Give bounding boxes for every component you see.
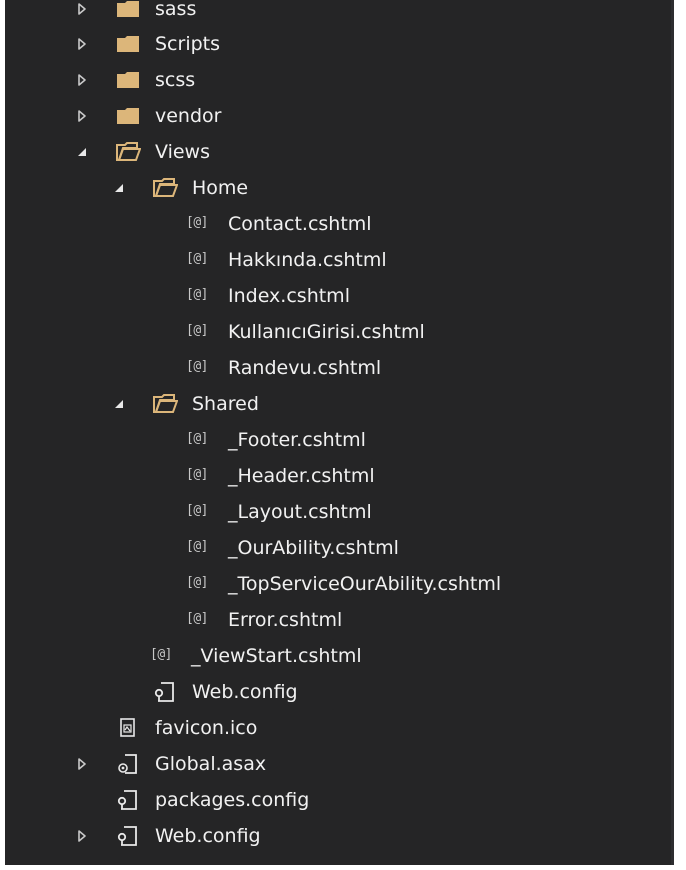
tree-node-packages-config-file[interactable]: packages.config [5, 782, 674, 818]
expand-arrow-icon[interactable] [75, 757, 89, 771]
tree-node-label: scss [155, 69, 196, 91]
panel-right-edge [671, 0, 674, 865]
solution-explorer-tree[interactable]: sass Scripts scss vendor Views Home [@] … [5, 0, 674, 865]
razor-file-icon: [@] [186, 323, 208, 338]
image-file-icon [115, 717, 141, 739]
tree-node-label: Scripts [155, 33, 221, 55]
tree-node-label: Randevu.cshtml [228, 357, 382, 379]
razor-file-icon: [@] [186, 215, 208, 230]
tree-node-contact-file[interactable]: [@] Contact.cshtml [5, 206, 674, 242]
tree-node-label: _ViewStart.cshtml [191, 645, 362, 667]
tree-node-views-web-config-file[interactable]: Web.config [5, 674, 674, 710]
tree-node-label: vendor [155, 105, 222, 127]
tree-node-root-web-config-file[interactable]: Web.config [5, 818, 674, 854]
expand-arrow-icon[interactable] [75, 829, 89, 843]
tree-node-label: Home [192, 177, 249, 199]
razor-file-icon: [@] [186, 359, 208, 374]
expand-arrow-icon[interactable] [75, 2, 89, 16]
tree-node-label: _OurAbility.cshtml [228, 537, 399, 559]
tree-node-label: sass [155, 0, 197, 20]
razor-file-icon: [@] [186, 431, 208, 446]
tree-node-label: favicon.ico [155, 717, 258, 739]
tree-node-views-folder[interactable]: Views [5, 134, 674, 170]
config-file-icon [115, 789, 141, 811]
collapse-arrow-icon[interactable] [112, 181, 126, 195]
tree-node-layout-file[interactable]: [@] _Layout.cshtml [5, 494, 674, 530]
expand-arrow-icon[interactable] [75, 109, 89, 123]
tree-node-footer-file[interactable]: [@] _Footer.cshtml [5, 422, 674, 458]
tree-node-label: Contact.cshtml [228, 213, 372, 235]
tree-node-label: _TopServiceOurAbility.cshtml [228, 573, 502, 595]
folder-open-icon [152, 177, 178, 199]
tree-node-label: Web.config [192, 681, 298, 703]
tree-node-label: Web.config [155, 825, 261, 847]
tree-node-label: Error.cshtml [228, 609, 343, 631]
tree-node-kullanicigirisi-file[interactable]: [@] KullanıcıGirisi.cshtml [5, 314, 674, 350]
folder-open-icon [115, 141, 141, 163]
tree-node-scripts-folder[interactable]: Scripts [5, 26, 674, 62]
screenshot-frame: sass Scripts scss vendor Views Home [@] … [0, 0, 686, 870]
tree-node-viewstart-file[interactable]: [@] _ViewStart.cshtml [5, 638, 674, 674]
config-file-icon [152, 681, 178, 703]
folder-icon [115, 0, 141, 20]
tree-node-ourability-file[interactable]: [@] _OurAbility.cshtml [5, 530, 674, 566]
razor-file-icon: [@] [186, 575, 208, 590]
folder-icon [115, 33, 141, 55]
tree-node-label: packages.config [155, 789, 310, 811]
tree-node-label: Global.asax [155, 753, 267, 775]
tree-node-label: Views [155, 141, 210, 163]
tree-node-shared-folder[interactable]: Shared [5, 386, 674, 422]
folder-open-icon [152, 393, 178, 415]
tree-node-label: KullanıcıGirisi.cshtml [228, 321, 425, 343]
tree-node-scss-folder[interactable]: scss [5, 62, 674, 98]
expand-arrow-icon[interactable] [75, 37, 89, 51]
razor-file-icon: [@] [150, 647, 172, 662]
tree-node-label: _Header.cshtml [228, 465, 375, 487]
razor-file-icon: [@] [186, 503, 208, 518]
tree-node-sass-folder[interactable]: sass [5, 0, 674, 27]
tree-node-label: Index.cshtml [228, 285, 350, 307]
tree-node-topserviceourability-file[interactable]: [@] _TopServiceOurAbility.cshtml [5, 566, 674, 602]
tree-node-favicon-file[interactable]: favicon.ico [5, 710, 674, 746]
tree-node-randevu-file[interactable]: [@] Randevu.cshtml [5, 350, 674, 386]
razor-file-icon: [@] [186, 251, 208, 266]
razor-file-icon: [@] [186, 611, 208, 626]
razor-file-icon: [@] [186, 539, 208, 554]
collapse-arrow-icon[interactable] [112, 397, 126, 411]
tree-node-label: Shared [192, 393, 259, 415]
collapse-arrow-icon[interactable] [75, 145, 89, 159]
expand-arrow-icon[interactable] [75, 73, 89, 87]
tree-node-global-asax-file[interactable]: Global.asax [5, 746, 674, 782]
config-file-icon [115, 825, 141, 847]
tree-node-home-folder[interactable]: Home [5, 170, 674, 206]
tree-node-label: _Layout.cshtml [228, 501, 372, 523]
asax-file-icon [115, 753, 141, 775]
tree-node-hakkinda-file[interactable]: [@] Hakkında.cshtml [5, 242, 674, 278]
tree-node-error-file[interactable]: [@] Error.cshtml [5, 602, 674, 638]
tree-node-header-file[interactable]: [@] _Header.cshtml [5, 458, 674, 494]
folder-icon [115, 69, 141, 91]
tree-node-index-file[interactable]: [@] Index.cshtml [5, 278, 674, 314]
razor-file-icon: [@] [186, 287, 208, 302]
tree-node-label: Hakkında.cshtml [228, 249, 387, 271]
tree-node-label: _Footer.cshtml [228, 429, 366, 451]
tree-node-vendor-folder[interactable]: vendor [5, 98, 674, 134]
razor-file-icon: [@] [186, 467, 208, 482]
folder-icon [115, 105, 141, 127]
